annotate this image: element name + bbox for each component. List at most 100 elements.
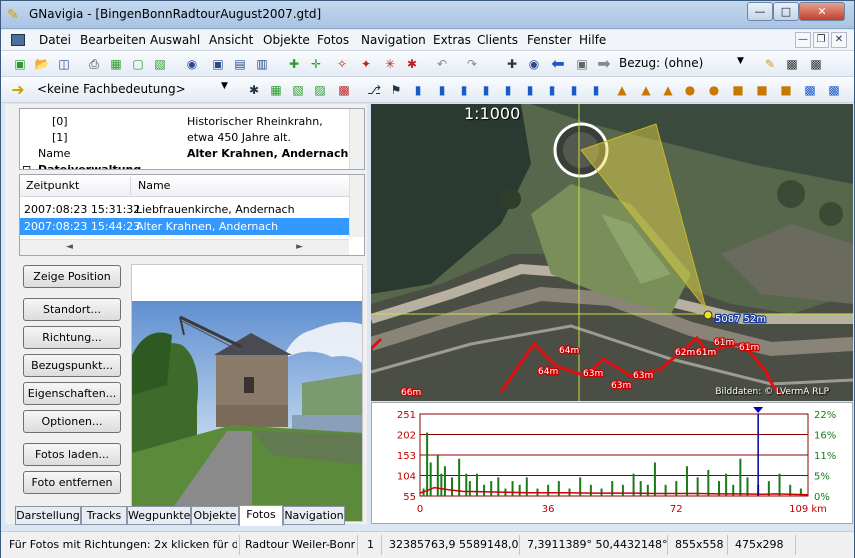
page-icon[interactable]: ▧ [151, 55, 169, 73]
poi-icon[interactable]: ■ [777, 81, 795, 99]
arrow-left-icon[interactable]: ⬅ [549, 55, 567, 73]
aerial-map-canvas[interactable]: 64m 64m 63m 63m 63m 62m 61m 61m 61m 66m … [371, 104, 853, 401]
marker-icon[interactable]: ▮ [477, 81, 495, 99]
waypoint-icon[interactable]: ⎇ [365, 81, 383, 99]
track-icon[interactable]: ▦ [267, 81, 285, 99]
property-row[interactable]: Name Alter Krahnen, Andernach [20, 147, 350, 163]
column-divider[interactable] [130, 177, 131, 195]
poi-icon[interactable]: ■ [753, 81, 771, 99]
fachbedeutung-select[interactable]: <keine Fachbedeutung> [35, 80, 233, 100]
route-icon[interactable]: ▨ [311, 81, 329, 99]
photo-list-row-selected[interactable]: 2007:08:23 15:44:23 Alter Krahnen, Ander… [20, 218, 349, 235]
menu-navigation[interactable]: Navigation [361, 33, 426, 47]
menu-hilfe[interactable]: Hilfe [579, 33, 606, 47]
poi-icon[interactable]: ▲ [659, 81, 677, 99]
open-folder-icon[interactable]: 📂 [33, 55, 51, 73]
column-name[interactable]: Name [138, 179, 170, 192]
tab-darstellung[interactable]: Darstellung [15, 506, 81, 525]
image-icon[interactable]: ▣ [209, 55, 227, 73]
column-zeitpunkt[interactable]: Zeitpunkt [26, 179, 79, 192]
property-grid[interactable]: [0] Historischer Rheinkrahn, [1] etwa 45… [19, 108, 365, 170]
property-scrollbar[interactable] [349, 109, 364, 169]
menu-bearbeiten[interactable]: Bearbeiten [80, 33, 146, 47]
new-file-icon[interactable]: ▣ [11, 55, 29, 73]
menu-fenster[interactable]: Fenster [527, 33, 572, 47]
chevron-down-icon[interactable]: ▼ [221, 81, 228, 91]
photo-list-hscrollbar[interactable]: ◄ ► [20, 239, 349, 255]
photo-list[interactable]: Zeitpunkt Name 2007:08:23 15:31:32 Liebf… [19, 174, 365, 256]
gps-device-icon[interactable]: ◉ [183, 55, 201, 73]
tab-wegpunkte[interactable]: Wegpunkte [127, 506, 191, 525]
menu-auswahl[interactable]: Auswahl [150, 33, 200, 47]
property-row[interactable]: [1] etwa 450 Jahre alt. [20, 131, 350, 147]
ruler-icon[interactable]: ✎ [761, 55, 779, 73]
minimize-button[interactable]: — [747, 2, 773, 21]
mdi-restore-button[interactable]: ❐ [813, 32, 829, 48]
menu-extras[interactable]: Extras [433, 33, 471, 47]
redo-icon[interactable]: ↷ [463, 55, 481, 73]
tab-objekte[interactable]: Objekte [191, 506, 239, 525]
vehicle-icon[interactable]: ▩ [825, 81, 843, 99]
photo-position-marker[interactable] [703, 310, 713, 320]
poi-icon[interactable]: ▲ [637, 81, 655, 99]
menu-fotos[interactable]: Fotos [317, 33, 349, 47]
reference-icon[interactable]: ▣ [573, 55, 591, 73]
chevron-down-icon[interactable]: ▼ [737, 56, 744, 66]
mdi-minimize-button[interactable]: — [795, 32, 811, 48]
bezugspunkt-button[interactable]: Bezugspunkt... [23, 354, 121, 377]
marker-icon[interactable]: ▮ [499, 81, 517, 99]
undo-icon[interactable]: ↶ [433, 55, 451, 73]
standort-button[interactable]: Standort... [23, 298, 121, 321]
marker-icon[interactable]: ▮ [543, 81, 561, 99]
photo-list-row[interactable]: 2007:08:23 15:31:32 Liebfrauenkirche, An… [20, 201, 349, 218]
foto-entfernen-button[interactable]: Foto entfernen [23, 471, 121, 494]
marker-icon[interactable]: ▮ [455, 81, 473, 99]
eigenschaften-button[interactable]: Eigenschaften... [23, 382, 121, 405]
zoom-in-icon[interactable]: ✚ [285, 55, 303, 73]
bezug-select[interactable]: (ohne) [664, 56, 703, 70]
film-icon[interactable]: ▩ [783, 55, 801, 73]
tab-navigation[interactable]: Navigation [283, 506, 345, 525]
arrow-pointer-icon[interactable]: ➜ [9, 81, 27, 99]
maximize-button[interactable]: □ [773, 2, 799, 21]
collapse-icon[interactable]: ⊟ [22, 163, 31, 169]
marker-icon[interactable]: ▮ [521, 81, 539, 99]
split-icon[interactable]: ✳ [381, 55, 399, 73]
draw-point-icon[interactable]: ✦ [357, 55, 375, 73]
draw-line-icon[interactable]: ✧ [333, 55, 351, 73]
mdi-close-button[interactable]: ✕ [831, 32, 847, 48]
waypoint-flag-icon[interactable]: ⚑ [387, 81, 405, 99]
fotos-laden-button[interactable]: Fotos laden... [23, 443, 121, 466]
optionen-button[interactable]: Optionen... [23, 410, 121, 433]
poi-icon[interactable]: ● [681, 81, 699, 99]
elevation-profile-chart[interactable]: 55 0% 104 5% 153 11% 202 16% 251 22% 0 36 72 109 km [372, 403, 852, 523]
tab-fotos[interactable]: Fotos [239, 505, 283, 526]
globe-icon[interactable]: ◉ [525, 55, 543, 73]
zoom-out-icon[interactable]: ✛ [307, 55, 325, 73]
aerial-map[interactable]: 64m 64m 63m 63m 63m 62m 61m 61m 61m 66m … [371, 104, 853, 401]
poi-icon[interactable]: ■ [729, 81, 747, 99]
elevation-profile[interactable]: 55 0% 104 5% 153 11% 202 16% 251 22% 0 36 72 109 km [371, 402, 853, 524]
print-icon[interactable]: ⎙ [85, 55, 103, 73]
photo-list-vscrollbar[interactable] [349, 175, 364, 237]
marker-icon[interactable]: ▮ [409, 81, 427, 99]
menu-clients[interactable]: Clients [477, 33, 518, 47]
close-window-button[interactable]: ✕ [799, 2, 845, 21]
menu-datei[interactable]: Datei [39, 33, 71, 47]
edit-track-icon[interactable]: ▩ [335, 81, 353, 99]
preview-icon[interactable]: ▢ [129, 55, 147, 73]
person-icon[interactable]: ✱ [245, 81, 263, 99]
image-export-icon[interactable]: ▤ [231, 55, 249, 73]
crosshair-icon[interactable]: ✚ [503, 55, 521, 73]
property-row[interactable]: [0] Historischer Rheinkrahn, [20, 115, 350, 131]
menu-ansicht[interactable]: Ansicht [209, 33, 253, 47]
menu-objekte[interactable]: Objekte [263, 33, 310, 47]
richtung-button[interactable]: Richtung... [23, 326, 121, 349]
bus-stop-icon[interactable]: ▩ [801, 81, 819, 99]
area-icon[interactable]: ▧ [289, 81, 307, 99]
document-icon[interactable]: ▥ [253, 55, 271, 73]
marker-icon[interactable]: ▮ [433, 81, 451, 99]
arrow-right-icon[interactable]: ➡ [595, 55, 613, 73]
zeige-position-button[interactable]: Zeige Position [23, 265, 121, 288]
property-category[interactable]: ⊟ Dateiverwaltung [20, 163, 350, 169]
